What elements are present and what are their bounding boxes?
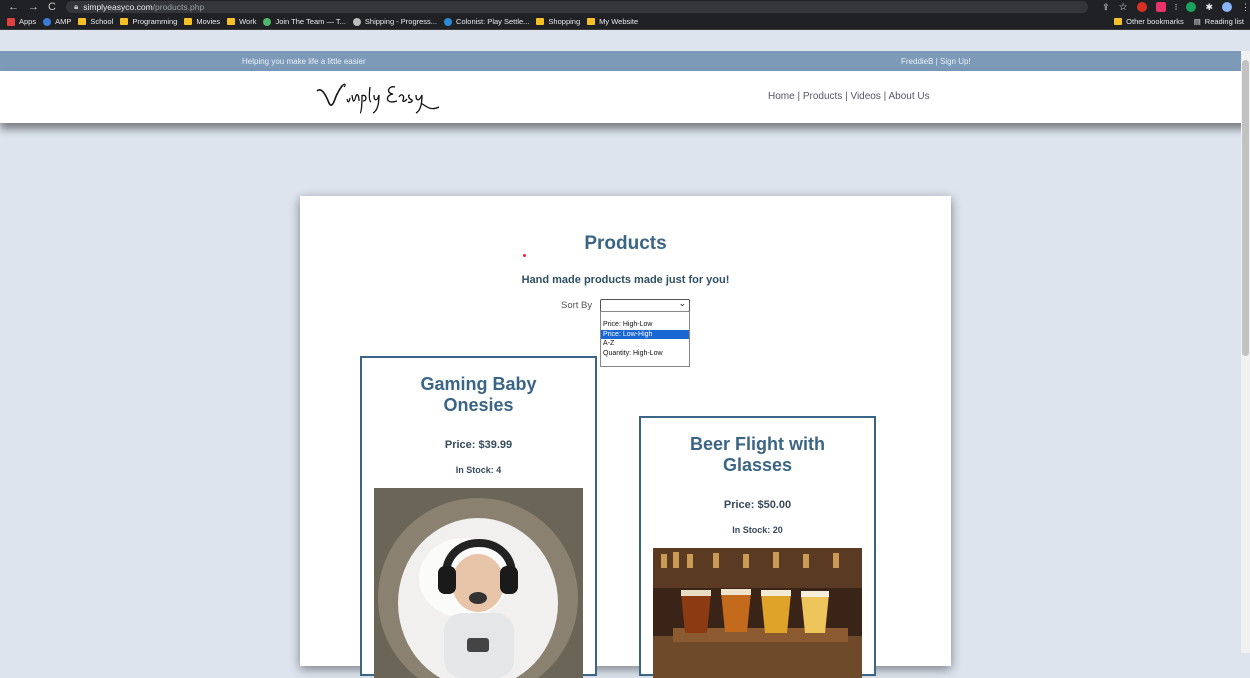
product-card[interactable]: Gaming Baby Onesies Price: $39.99 In Sto…	[360, 356, 597, 678]
reload-icon[interactable]: C	[48, 1, 56, 13]
sort-label: Sort By	[561, 300, 593, 311]
sort-option-price-high-low[interactable]: Price: High-Low	[601, 320, 689, 330]
amp-icon	[43, 17, 52, 26]
folder-icon	[184, 18, 193, 25]
reading-list-icon: ▤	[1193, 17, 1201, 26]
star-icon[interactable]: ☆	[1119, 2, 1128, 13]
sort-option-price-low-high[interactable]: Price: Low-High	[601, 329, 689, 339]
bookmark-apps[interactable]: Apps	[7, 17, 36, 26]
reading-list[interactable]: ▤ Reading list	[1194, 17, 1244, 26]
bookmark-amp[interactable]: AMP	[43, 17, 71, 26]
simplyeasy-logo[interactable]	[313, 81, 448, 115]
product-image-beer-flight[interactable]	[653, 548, 862, 678]
nav-videos[interactable]: Videos	[850, 91, 880, 102]
extension-pink-icon[interactable]	[1155, 2, 1166, 12]
product-name: Gaming Baby Onesies	[420, 374, 537, 415]
sort-option-empty[interactable]	[601, 312, 689, 320]
site-icon	[352, 17, 361, 26]
red-dot	[523, 254, 526, 257]
share-icon[interactable]: ⇪	[1102, 2, 1110, 13]
bookmark-school[interactable]: School	[78, 17, 113, 26]
menu-kebab-icon[interactable]: ⋮	[1241, 2, 1250, 13]
folder-icon	[78, 18, 87, 25]
folder-icon	[587, 18, 596, 25]
page-title: Products	[584, 233, 667, 254]
other-bookmarks[interactable]: Other bookmarks	[1114, 17, 1184, 26]
product-card[interactable]: Beer Flight with Glasses Price: $50.00 I…	[639, 416, 876, 678]
folder-icon	[120, 18, 129, 25]
bookmark-colonist[interactable]: Colonist: Play Settle...	[444, 17, 529, 26]
bookmark-shopping[interactable]: Shopping	[536, 17, 580, 26]
url-domain: simplyeasyco.com	[83, 2, 153, 12]
bookmark-movies[interactable]: Movies	[184, 17, 220, 26]
bookmark-work[interactable]: Work	[227, 17, 256, 26]
browser-toolbar: ← → C 🔒︎ simplyeasyco.com/products.php ⇪…	[0, 0, 1250, 14]
folder-icon	[1114, 18, 1123, 25]
product-price: Price: $50.00	[723, 499, 792, 511]
extension-red-icon[interactable]	[1136, 2, 1147, 12]
main-nav: Home | Products | Videos | About Us	[768, 91, 930, 102]
nav-products[interactable]: Products	[803, 91, 842, 102]
profile-avatar-icon[interactable]	[1222, 2, 1232, 12]
product-image-baby[interactable]	[374, 488, 583, 678]
folder-icon	[227, 18, 236, 25]
bookmark-my-website[interactable]: My Website	[587, 17, 638, 26]
apps-grid-icon	[7, 17, 15, 26]
nav-home[interactable]: Home	[768, 91, 795, 102]
product-stock: In Stock: 4	[455, 465, 502, 475]
product-name: Beer Flight with Glasses	[690, 434, 825, 475]
bookmarks-bar: Apps AMP School Programming Movies Work …	[0, 14, 1250, 30]
back-icon[interactable]: ←	[8, 1, 19, 13]
sort-option-a-z[interactable]: A-Z	[601, 339, 689, 349]
url-path: /products.php	[152, 2, 205, 12]
puzzle-icon[interactable]: ✱	[1205, 2, 1213, 13]
chevron-down-icon: ⌄	[678, 298, 686, 308]
bookmark-shipping[interactable]: Shipping - Progress...	[352, 17, 437, 26]
site-icon	[444, 17, 453, 26]
site-header: Home | Products | Videos | About Us	[0, 71, 1250, 123]
site-tagline: Helping you make life a little easier	[242, 57, 366, 66]
page-subtitle: Hand made products made just for you!	[521, 274, 730, 286]
products-card: Products Hand made products made just fo…	[300, 196, 951, 678]
scrollbar-thumb[interactable]	[1242, 60, 1249, 356]
address-bar[interactable]: 🔒︎ simplyeasyco.com/products.php	[65, 1, 1089, 13]
forward-icon[interactable]: →	[28, 1, 39, 13]
bookmark-join-team[interactable]: Join The Team — T...	[263, 17, 346, 26]
product-stock: In Stock: 20	[732, 525, 783, 535]
nav-about-us[interactable]: About Us	[888, 91, 929, 102]
extension-green-icon[interactable]	[1186, 2, 1197, 12]
site-topbar: Helping you make life a little easier Fr…	[0, 51, 1250, 71]
lock-icon: 🔒︎	[73, 2, 79, 11]
site-icon	[263, 17, 272, 26]
product-price: Price: $39.99	[444, 439, 513, 451]
extension-dots-icon[interactable]: ⁝	[1175, 2, 1178, 13]
user-links[interactable]: FreddieB | Sign Up!	[901, 57, 971, 66]
bookmark-programming[interactable]: Programming	[120, 17, 177, 26]
sort-option-quantity-high-low[interactable]: Quantity: High-Low	[601, 349, 689, 359]
sort-dropdown: Price: High-Low Price: Low-High A-Z Quan…	[600, 311, 690, 367]
folder-icon	[536, 18, 545, 25]
